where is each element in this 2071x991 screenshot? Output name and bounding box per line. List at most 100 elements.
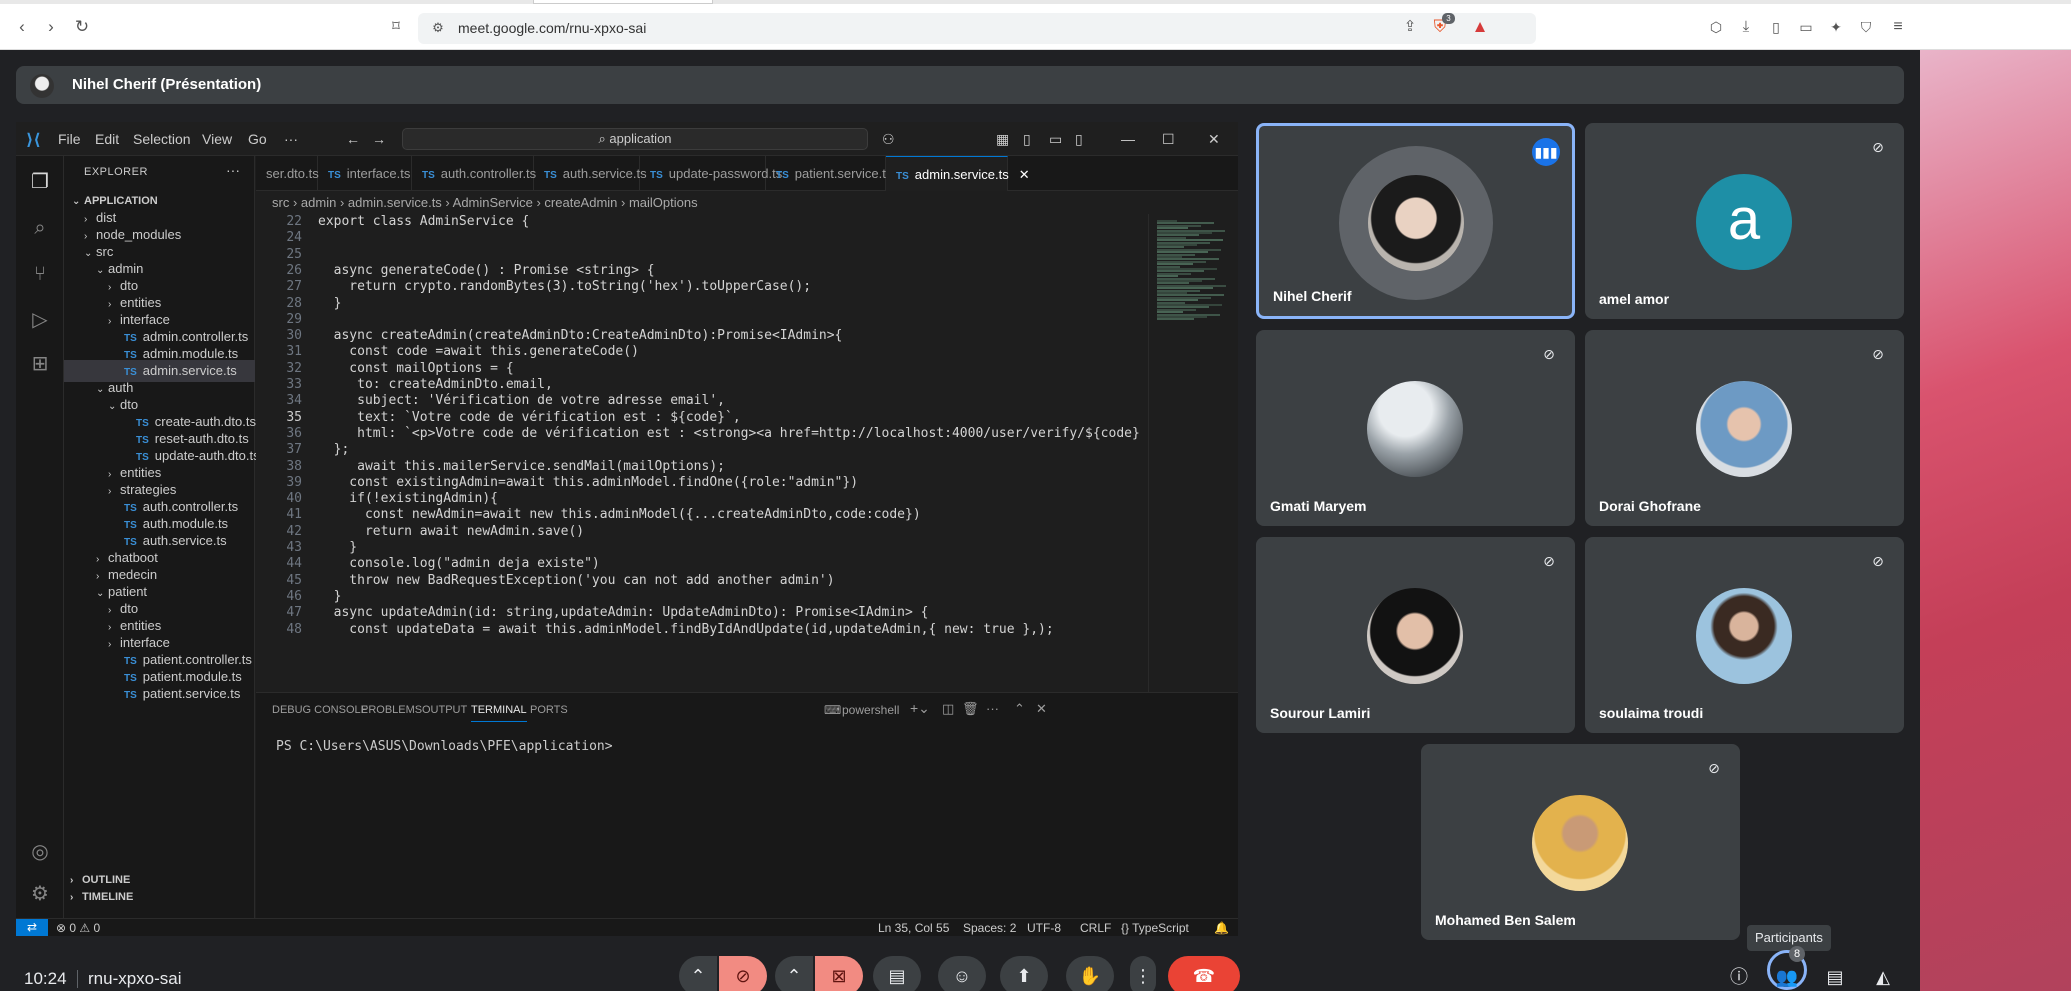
participant-tile[interactable]: ⊘ soulaima troudi bbox=[1585, 537, 1904, 733]
editor-tab[interactable]: TS update-password.ts bbox=[640, 156, 782, 191]
code-line[interactable]: subject: 'Vérification de votre adresse … bbox=[318, 393, 725, 408]
extensions-icon[interactable]: ⊞ bbox=[28, 352, 52, 376]
code-line[interactable]: }; bbox=[318, 442, 350, 457]
code-line[interactable]: html: `<p>Votre code de vérification est… bbox=[318, 426, 1140, 441]
code-line[interactable]: console.log("admin deja existe") bbox=[318, 556, 599, 571]
end-of-line[interactable]: CRLF bbox=[1080, 921, 1111, 935]
reload-icon[interactable]: ↻ bbox=[72, 17, 92, 37]
participant-tile[interactable]: ⊘ Gmati Maryem bbox=[1256, 330, 1575, 526]
participant-tile[interactable]: ▮▮▮ Nihel Cherif bbox=[1256, 123, 1575, 319]
mic-toggle-button[interactable]: ⊘ bbox=[719, 956, 767, 991]
editor-tab[interactable]: TS interface.ts bbox=[318, 156, 412, 191]
editor-tab[interactable]: TS auth.service.ts bbox=[534, 156, 647, 191]
maximize-panel-icon[interactable]: ⌃ bbox=[1014, 701, 1025, 717]
toggle-secondary-icon[interactable]: ▯ bbox=[1075, 131, 1083, 148]
code-line[interactable]: text: `Votre code de vérification est : … bbox=[318, 410, 741, 425]
code-line[interactable]: export class AdminService { bbox=[318, 214, 529, 229]
chat-icon[interactable]: ▤ bbox=[1822, 964, 1848, 990]
code-line[interactable]: throw new BadRequestException('you can n… bbox=[318, 573, 834, 588]
leo-ai-icon[interactable]: ✦ bbox=[1826, 17, 1846, 37]
explorer-more-icon[interactable]: ··· bbox=[226, 162, 240, 178]
code-line[interactable]: return await newAdmin.save() bbox=[318, 524, 584, 539]
more-options-button[interactable]: ⋮ bbox=[1130, 956, 1156, 991]
editor-tab[interactable]: ser.dto.ts bbox=[256, 156, 319, 191]
code-line[interactable]: const existingAdmin=await this.adminMode… bbox=[318, 475, 858, 490]
code-line[interactable]: } bbox=[318, 296, 342, 311]
sidebar-icon[interactable]: ▯ bbox=[1766, 17, 1786, 37]
remote-icon[interactable]: ⇄ bbox=[16, 919, 48, 936]
command-center-search[interactable]: ⌕ application bbox=[402, 128, 868, 150]
code-line[interactable]: const updateData = await this.adminModel… bbox=[318, 622, 1053, 637]
source-control-icon[interactable]: ⑂ bbox=[28, 262, 52, 286]
menu-more[interactable]: ··· bbox=[284, 131, 298, 147]
breadcrumb-segment[interactable]: admin bbox=[301, 195, 336, 210]
breadcrumb-segment[interactable]: mailOptions bbox=[629, 195, 698, 210]
indentation[interactable]: Spaces: 2 bbox=[963, 921, 1016, 935]
code-line[interactable]: const code =await this.generateCode() bbox=[318, 344, 639, 359]
code-line[interactable]: await this.mailerService.sendMail(mailOp… bbox=[318, 459, 725, 474]
tab-problems[interactable]: PROBLEMS bbox=[361, 704, 422, 716]
tab-terminal[interactable]: TERMINAL bbox=[471, 704, 527, 722]
notifications-icon[interactable]: 🔔 bbox=[1214, 921, 1229, 935]
tab-ports[interactable]: PORTS bbox=[530, 704, 568, 716]
file-item[interactable]: TS patient.service.ts bbox=[64, 683, 255, 705]
terminal-name[interactable]: powershell bbox=[842, 703, 899, 717]
extension-icon[interactable]: ⬡ bbox=[1706, 17, 1726, 37]
menu-go[interactable]: Go bbox=[248, 131, 267, 147]
code-line[interactable]: const mailOptions = { bbox=[318, 361, 513, 376]
problems-count[interactable]: ⊗ 0 ⚠ 0 bbox=[56, 921, 100, 935]
captions-button[interactable]: ▤ bbox=[873, 956, 921, 991]
settings-gear-icon[interactable]: ⚙ bbox=[28, 882, 52, 906]
close-tab-icon[interactable]: ✕ bbox=[1019, 167, 1030, 182]
encoding[interactable]: UTF-8 bbox=[1027, 921, 1061, 935]
search-icon[interactable]: ⌕ bbox=[28, 216, 52, 240]
language-mode[interactable]: {} TypeScript bbox=[1121, 921, 1189, 935]
meeting-info-icon[interactable]: ⓘ bbox=[1726, 964, 1752, 990]
layout-icon[interactable]: ▦ bbox=[996, 131, 1009, 148]
editor-tab[interactable]: TS auth.controller.ts bbox=[412, 156, 536, 191]
code-line[interactable]: async generateCode() : Promise <string> … bbox=[318, 263, 655, 278]
toggle-panel-icon[interactable]: ▭ bbox=[1049, 131, 1062, 148]
code-line[interactable]: async createAdmin(createAdminDto:CreateA… bbox=[318, 328, 843, 343]
nav-forward-icon[interactable]: → bbox=[372, 131, 386, 147]
minimize-icon[interactable]: — bbox=[1121, 131, 1135, 147]
code-line[interactable]: return crypto.randomBytes(3).toString('h… bbox=[318, 279, 811, 294]
participant-tile[interactable]: ⊘ Sourour Lamiri bbox=[1256, 537, 1575, 733]
explorer-icon[interactable]: ❐ bbox=[28, 170, 52, 194]
people-icon[interactable]: 👥 bbox=[1774, 964, 1800, 990]
vpn-icon[interactable]: ⛉ bbox=[1856, 17, 1876, 37]
camera-toggle-button[interactable]: ⊠ bbox=[815, 956, 863, 991]
breadcrumb-segment[interactable]: admin.service.ts bbox=[348, 195, 442, 210]
participant-tile[interactable]: ⊘ Dorai Ghofrane bbox=[1585, 330, 1904, 526]
audio-options-button[interactable]: ⌃ bbox=[679, 956, 717, 991]
download-icon[interactable]: ⤓ bbox=[1736, 17, 1756, 37]
more-actions-icon[interactable]: ··· bbox=[986, 701, 999, 716]
editor-tab[interactable]: TS patient.service.ts bbox=[766, 156, 892, 191]
breadcrumb-segment[interactable]: src bbox=[272, 195, 289, 210]
participant-tile[interactable]: a ⊘ amel amor bbox=[1585, 123, 1904, 319]
wallet-icon[interactable]: ▭ bbox=[1796, 17, 1816, 37]
present-button[interactable]: ⬆ bbox=[1000, 956, 1048, 991]
code-line[interactable]: } bbox=[318, 589, 342, 604]
reactions-button[interactable]: ☺ bbox=[938, 956, 986, 991]
leave-call-button[interactable]: ☎ bbox=[1168, 956, 1240, 991]
timeline-section[interactable]: › TIMELINE bbox=[64, 886, 255, 908]
copilot-icon[interactable]: ⚇ bbox=[882, 131, 895, 148]
menu-edit[interactable]: Edit bbox=[95, 131, 119, 147]
video-options-button[interactable]: ⌃ bbox=[775, 956, 813, 991]
raise-hand-button[interactable]: ✋ bbox=[1066, 956, 1114, 991]
breadcrumb-segment[interactable]: AdminService bbox=[453, 195, 533, 210]
kill-terminal-icon[interactable]: 🗑 bbox=[962, 701, 979, 717]
minimap[interactable] bbox=[1148, 214, 1238, 692]
brave-rewards-icon[interactable]: ▲ bbox=[1470, 17, 1490, 37]
close-panel-icon[interactable]: ✕ bbox=[1036, 701, 1047, 717]
nav-back-icon[interactable]: ← bbox=[346, 131, 360, 147]
tab-output[interactable]: OUTPUT bbox=[422, 704, 467, 716]
code-line[interactable]: } bbox=[318, 540, 357, 555]
site-info-icon[interactable]: ⚙ bbox=[428, 18, 448, 38]
menu-selection[interactable]: Selection bbox=[133, 131, 191, 147]
split-terminal-icon[interactable]: ◫ bbox=[942, 701, 954, 717]
code-line[interactable]: const newAdmin=await new this.adminModel… bbox=[318, 507, 921, 522]
account-icon[interactable]: ◎ bbox=[28, 840, 52, 864]
address-bar[interactable]: ⚙ meet.google.com/rnu-xpxo-sai bbox=[418, 13, 1536, 44]
